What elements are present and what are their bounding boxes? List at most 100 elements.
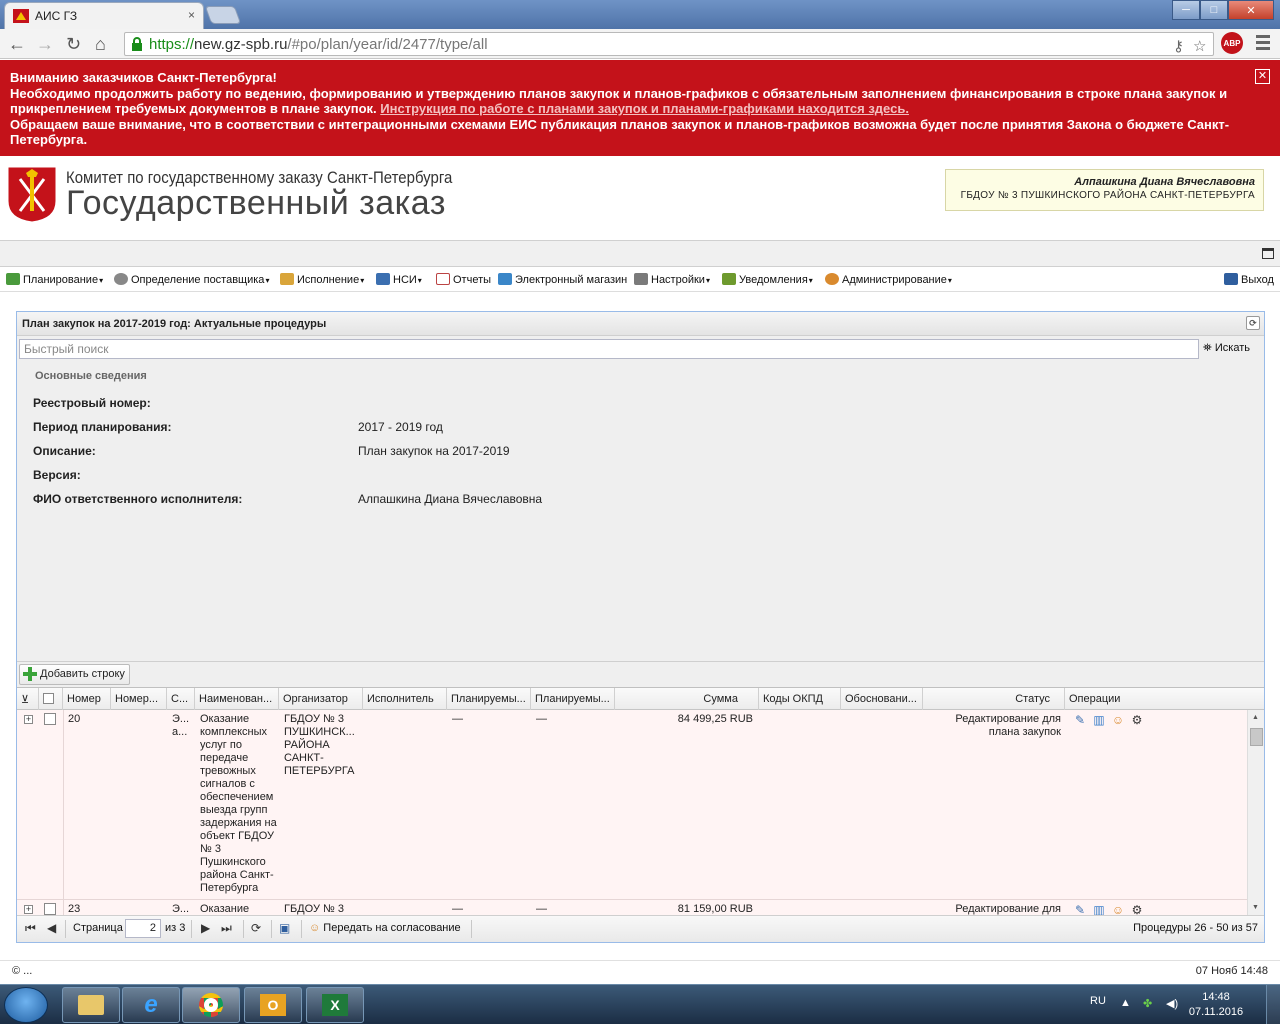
col-executor[interactable]: Исполнитель: [363, 688, 447, 710]
menu-notifications[interactable]: Уведомления▾: [722, 273, 813, 286]
menu-execution[interactable]: Исполнение▾: [280, 273, 364, 286]
page-label: Страница: [73, 922, 123, 934]
address-bar[interactable]: https://new.gz-spb.ru/#po/plan/year/id/2…: [124, 32, 1214, 56]
scroll-up-icon[interactable]: ▲: [1252, 714, 1259, 721]
browser-menu-icon[interactable]: [1256, 35, 1270, 53]
back-icon[interactable]: ←: [8, 34, 26, 55]
row-operations: ✎ ▥ ☺ ⚙: [1072, 712, 1145, 728]
prev-page-icon[interactable]: ◀: [47, 921, 56, 935]
instruction-link[interactable]: Инструкция по работе с планами закупок и…: [380, 101, 909, 116]
row-checkbox[interactable]: [44, 713, 56, 725]
settings-gear-icon[interactable]: ⚙: [1129, 712, 1145, 728]
menu-eshop[interactable]: Электронный магазин: [498, 273, 627, 286]
report-icon: [436, 273, 450, 285]
col-operations[interactable]: Операции: [1065, 688, 1264, 710]
book-icon: [376, 273, 390, 285]
grid-scrollbar[interactable]: ▲ ▼: [1247, 710, 1264, 915]
fieldset-title: Основные сведения: [35, 370, 147, 382]
chrome-taskbar-icon[interactable]: [182, 987, 240, 1023]
tray-expand-icon[interactable]: ▲: [1120, 997, 1131, 1009]
menu-admin[interactable]: Администрирование▾: [825, 273, 952, 286]
col-justification[interactable]: Обосновани...: [841, 688, 923, 710]
refresh-icon[interactable]: ⟳: [251, 921, 261, 935]
menu-settings[interactable]: Настройки▾: [634, 273, 710, 286]
close-window-button[interactable]: ✕: [1228, 0, 1274, 20]
maximize-button[interactable]: □: [1200, 0, 1228, 20]
explorer-taskbar-icon[interactable]: [62, 987, 120, 1023]
panel-title: План закупок на 2017-2019 год: Актуальны…: [22, 318, 327, 330]
cell-sum: 84 499,25 RUB: [677, 713, 753, 725]
key-icon[interactable]: ⚷: [1173, 37, 1184, 55]
forward-icon[interactable]: →: [36, 34, 54, 55]
plus-icon: [23, 667, 37, 681]
browser-tab[interactable]: АИС ГЗ ×: [4, 2, 204, 29]
adblock-icon[interactable]: ABP: [1221, 32, 1243, 54]
excel-taskbar-icon[interactable]: X: [306, 987, 364, 1023]
menu-supplier[interactable]: Определение поставщика▾: [114, 273, 269, 286]
user-assign-icon[interactable]: ☺: [1110, 712, 1126, 728]
tab-close-icon[interactable]: ×: [188, 8, 195, 22]
cell-planned-2: —: [536, 903, 547, 915]
outlook-taskbar-icon[interactable]: O: [244, 987, 302, 1023]
search-button[interactable]: ⛯ Искать: [1203, 342, 1250, 355]
minimize-button[interactable]: ─: [1172, 0, 1200, 20]
maximize-panel-icon[interactable]: [1262, 248, 1274, 259]
cell-planned-2: —: [536, 713, 547, 725]
bookmark-star-icon[interactable]: ☆: [1193, 37, 1206, 55]
menu-planning[interactable]: Планирование▾: [6, 273, 103, 286]
col-number-2[interactable]: Номер...: [111, 688, 167, 710]
col-planned-2[interactable]: Планируемы...: [531, 688, 615, 710]
exit-button[interactable]: Выход: [1224, 273, 1274, 286]
chart-icon[interactable]: ▥: [1091, 902, 1107, 915]
cell-name: Оказание: [200, 903, 250, 915]
edit-pencil-icon[interactable]: ✎: [1072, 712, 1088, 728]
language-indicator[interactable]: RU: [1090, 995, 1106, 1007]
next-page-icon[interactable]: ▶: [201, 921, 210, 935]
menu-reports[interactable]: Отчеты: [436, 273, 491, 286]
scroll-down-icon[interactable]: ▼: [1252, 904, 1259, 911]
page-number-input[interactable]: 2: [125, 919, 161, 938]
tab-title: АИС ГЗ: [35, 9, 78, 23]
user-assign-icon[interactable]: ☺: [1110, 902, 1126, 915]
notice-close-button[interactable]: ✕: [1255, 69, 1270, 84]
settings-gear-icon[interactable]: ⚙: [1129, 902, 1145, 915]
col-okpd[interactable]: Коды ОКПД: [759, 688, 841, 710]
reload-icon[interactable]: ↻: [66, 34, 81, 55]
table-row[interactable]: + 20 Э... а... Оказание комплексных услу…: [17, 710, 1247, 900]
scroll-thumb[interactable]: [1250, 728, 1263, 746]
table-row[interactable]: + 23 Э... Оказание ГБДОУ № 3 — — 81 159,…: [17, 900, 1247, 915]
send-approval-button[interactable]: ☺ Передать на согласование: [309, 922, 461, 934]
col-status[interactable]: Статус: [923, 688, 1065, 710]
chart-icon[interactable]: ▥: [1091, 712, 1107, 728]
quick-search-input[interactable]: Быстрый поиск: [19, 339, 1199, 359]
col-c[interactable]: С...: [167, 688, 195, 710]
system-clock[interactable]: 14:48 07.11.2016: [1188, 990, 1244, 1020]
volume-icon[interactable]: ◀): [1166, 997, 1178, 1010]
select-all-checkbox[interactable]: [39, 688, 63, 710]
edit-pencil-icon[interactable]: ✎: [1072, 902, 1088, 915]
col-planned-1[interactable]: Планируемы...: [447, 688, 531, 710]
row-checkbox[interactable]: [44, 903, 56, 915]
panel-refresh-icon[interactable]: ⟳: [1246, 316, 1260, 330]
first-page-icon[interactable]: ⏮: [25, 921, 36, 936]
expand-row-icon[interactable]: +: [24, 905, 33, 914]
col-name[interactable]: Наименован...: [195, 688, 279, 710]
cell-status: Редактирование для плана закупок: [955, 713, 1061, 738]
windows-start-icon[interactable]: [4, 987, 48, 1023]
save-icon[interactable]: ▣: [279, 921, 290, 935]
add-row-button[interactable]: Добавить строку: [19, 664, 130, 685]
home-icon[interactable]: ⌂: [95, 34, 106, 55]
col-number[interactable]: Номер: [63, 688, 111, 710]
col-organizer[interactable]: Организатор: [279, 688, 363, 710]
filter-clear-icon[interactable]: ⊻: [17, 688, 39, 710]
new-tab-button[interactable]: [204, 6, 242, 24]
expand-row-icon[interactable]: +: [24, 715, 33, 724]
show-desktop-button[interactable]: [1266, 985, 1280, 1024]
panel-header: План закупок на 2017-2019 год: Актуальны…: [17, 312, 1264, 336]
last-page-icon[interactable]: ⏭: [221, 921, 232, 936]
status-datetime: 07 Нояб 14:48: [1195, 965, 1268, 977]
menu-nsi[interactable]: НСИ▾: [376, 273, 422, 286]
tray-app-icon[interactable]: ✤: [1143, 997, 1152, 1010]
col-sum[interactable]: Сумма: [615, 688, 759, 710]
ie-taskbar-icon[interactable]: e: [122, 987, 180, 1023]
